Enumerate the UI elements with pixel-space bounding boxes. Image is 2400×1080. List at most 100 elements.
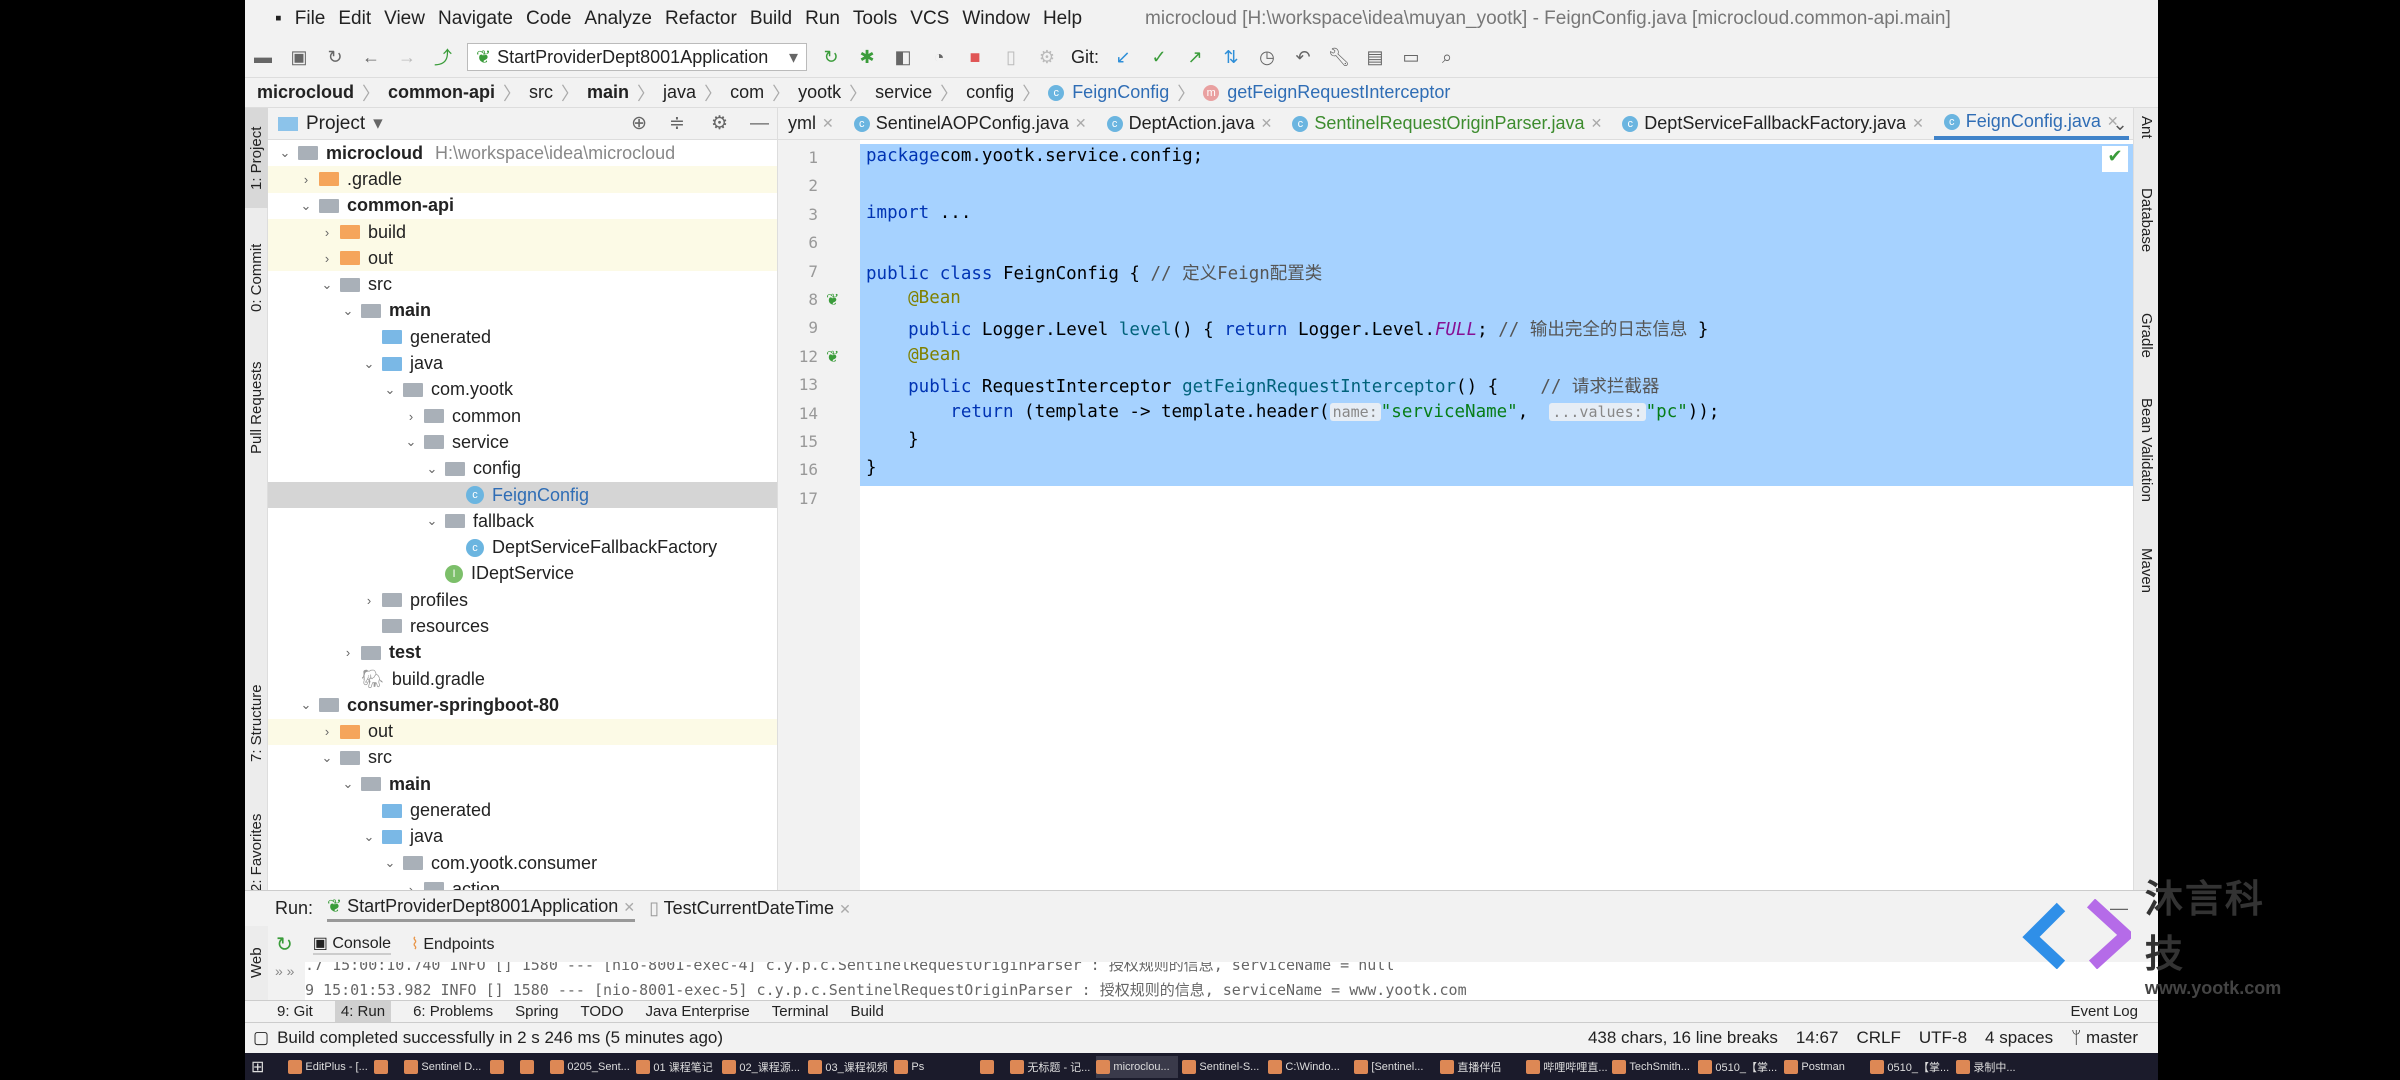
- chevron-down-icon[interactable]: ⌄: [381, 382, 399, 398]
- tree-item[interactable]: › action: [268, 876, 777, 890]
- wrench-icon[interactable]: 🔧︎: [1327, 47, 1351, 68]
- tree-item[interactable]: › build: [268, 218, 777, 246]
- minimize-icon[interactable]: —: [750, 113, 769, 135]
- chevron-right-icon[interactable]: ›: [318, 251, 336, 266]
- chevron-right-icon[interactable]: ›: [318, 225, 336, 240]
- taskbar-app[interactable]: microclou...: [1096, 1055, 1179, 1078]
- tree-item[interactable]: ⌄ common-api: [268, 193, 777, 219]
- taskbar-app[interactable]: 0205_Sent...: [550, 1056, 632, 1078]
- tree-item[interactable]: ⌄ microcloud H:\workspace\idea\microcloud: [268, 140, 777, 166]
- tree-item[interactable]: generated: [268, 324, 777, 350]
- taskbar-app[interactable]: 0510_【掌...: [1698, 1056, 1780, 1078]
- taskbar-app[interactable]: 02_课程源...: [722, 1056, 804, 1078]
- coverage-icon[interactable]: ◧: [891, 47, 915, 68]
- taskbar-app[interactable]: 无标题 - 记...: [1010, 1056, 1092, 1078]
- tool-tab-terminal[interactable]: Terminal: [772, 1003, 829, 1020]
- tool-tab-maven[interactable]: Maven: [2134, 548, 2159, 618]
- profile-icon[interactable]: ◔: [927, 47, 951, 68]
- tree-item[interactable]: generated: [268, 797, 777, 823]
- bean-gutter-icon[interactable]: ❦: [826, 290, 839, 310]
- git-push-icon[interactable]: ↗: [1183, 47, 1207, 68]
- chevron-down-icon[interactable]: ⌄: [381, 855, 399, 871]
- save-icon[interactable]: ▣: [287, 47, 311, 68]
- chevron-down-icon[interactable]: ⌄: [402, 434, 420, 450]
- breadcrumb-item[interactable]: service: [875, 82, 932, 103]
- history-icon[interactable]: ◷: [1255, 47, 1279, 68]
- chevron-down-icon[interactable]: ⌄: [339, 776, 357, 792]
- menu-refactor[interactable]: Refactor: [665, 8, 737, 30]
- taskbar-app[interactable]: 哔哩哔哩直...: [1526, 1056, 1608, 1078]
- close-icon[interactable]: ✕: [1261, 115, 1273, 132]
- tool-tab-git[interactable]: 9: Git: [277, 1003, 313, 1020]
- chevron-down-icon[interactable]: ⌄: [423, 461, 441, 477]
- rerun-icon[interactable]: ↻: [276, 932, 293, 957]
- tool-tab-database[interactable]: Database: [2134, 188, 2159, 288]
- menu-view[interactable]: View: [384, 8, 425, 30]
- chevron-down-icon[interactable]: ⌄: [276, 145, 294, 161]
- chevron-down-icon[interactable]: ▾: [373, 112, 383, 135]
- taskbar-app[interactable]: 0510_【掌...: [1870, 1056, 1952, 1078]
- tool-tab-ant[interactable]: Ant: [2134, 116, 2159, 166]
- rerun-icon[interactable]: ↻: [819, 47, 843, 68]
- menu-vcs[interactable]: VCS: [910, 8, 949, 30]
- chevron-down-icon[interactable]: ⌄: [339, 303, 357, 319]
- breadcrumb-item[interactable]: config: [966, 82, 1014, 103]
- tree-item[interactable]: ⌄ com.yootk.consumer: [268, 850, 777, 876]
- editor-tab[interactable]: c DeptAction.java ✕: [1097, 108, 1283, 140]
- tree-item[interactable]: ⌄ service: [268, 429, 777, 455]
- taskbar-app[interactable]: 03_课程视频: [808, 1056, 890, 1078]
- menu-tools[interactable]: Tools: [853, 8, 897, 30]
- tool-tab-gradle[interactable]: Gradle: [2134, 313, 2159, 383]
- tree-item[interactable]: ⌄ config: [268, 456, 777, 482]
- tree-item[interactable]: resources: [268, 613, 777, 639]
- chevron-down-icon[interactable]: ⌄: [297, 198, 315, 214]
- menu-navigate[interactable]: Navigate: [438, 8, 513, 30]
- breadcrumb-item[interactable]: yootk: [798, 82, 841, 103]
- tree-item[interactable]: 🐘︎ build.gradle: [268, 666, 777, 692]
- editor-tab[interactable]: c SentinelRequestOriginParser.java ✕: [1282, 108, 1612, 140]
- console-output[interactable]: .7 15:00:10.740 INFO [] 1580 --- [nio-80…: [305, 962, 2158, 1000]
- back-icon[interactable]: ←: [359, 47, 383, 68]
- run-tab-1[interactable]: ▯ TestCurrentDateTime ✕: [649, 898, 851, 919]
- expand-icon[interactable]: » »: [275, 962, 305, 1000]
- device-icon[interactable]: ▯: [999, 47, 1023, 68]
- build-icon[interactable]: ⤴: [431, 44, 455, 70]
- sync-icon[interactable]: ↻: [323, 47, 347, 68]
- tree-item[interactable]: ⌄ src: [268, 745, 777, 771]
- git-merge-icon[interactable]: ⇅: [1219, 47, 1243, 68]
- tool-tab-project[interactable]: 1: Project: [245, 108, 268, 208]
- tool-tab-build[interactable]: Build: [850, 1003, 883, 1020]
- menu-analyze[interactable]: Analyze: [584, 8, 652, 30]
- taskbar-app[interactable]: [Sentinel...: [1354, 1056, 1436, 1078]
- tool-tab-todo[interactable]: TODO: [580, 1003, 623, 1020]
- menu-help[interactable]: Help: [1043, 8, 1082, 30]
- chevron-right-icon[interactable]: ›: [318, 724, 336, 739]
- tabs-overflow-icon[interactable]: ⌄: [2107, 108, 2133, 140]
- chevron-right-icon[interactable]: ›: [402, 409, 420, 424]
- chevron-right-icon[interactable]: ›: [402, 882, 420, 890]
- taskbar-app[interactable]: Sentinel D...: [404, 1056, 486, 1078]
- git-commit-icon[interactable]: ✓: [1147, 47, 1171, 68]
- tree-item[interactable]: c DeptServiceFallbackFactory: [268, 534, 777, 560]
- taskbar-app[interactable]: 01 课程笔记: [636, 1056, 718, 1078]
- menu-edit[interactable]: Edit: [338, 8, 371, 30]
- tool-tab-bean-validation[interactable]: Bean Validation: [2134, 398, 2159, 538]
- indent-setting[interactable]: 4 spaces: [1985, 1028, 2053, 1048]
- breadcrumb-item[interactable]: src: [529, 82, 553, 103]
- line-separator[interactable]: CRLF: [1856, 1028, 1900, 1048]
- editor-tab[interactable]: c DeptServiceFallbackFactory.java ✕: [1612, 108, 1934, 140]
- cursor-position[interactable]: 14:67: [1796, 1028, 1839, 1048]
- tree-item[interactable]: › .gradle: [268, 166, 777, 193]
- search-icon[interactable]: ⌕: [1435, 47, 1459, 68]
- taskbar-app[interactable]: [520, 1056, 546, 1078]
- tool-tab-spring[interactable]: Spring: [515, 1003, 558, 1020]
- taskbar-app[interactable]: Sentinel-S...: [1182, 1056, 1264, 1078]
- menu-code[interactable]: Code: [526, 8, 571, 30]
- close-icon[interactable]: ✕: [1912, 115, 1924, 132]
- taskbar-app[interactable]: C:\Windo...: [1268, 1056, 1350, 1078]
- open-icon[interactable]: ▬: [251, 47, 275, 68]
- breadcrumb-item[interactable]: getFeignRequestInterceptor: [1227, 82, 1450, 103]
- endpoints-tab[interactable]: ⌇ Endpoints: [411, 934, 494, 954]
- tool-tab-run[interactable]: 4: Run: [334, 1001, 392, 1022]
- run-config-select[interactable]: ❦ StartProviderDept8001Application ▾: [467, 43, 807, 71]
